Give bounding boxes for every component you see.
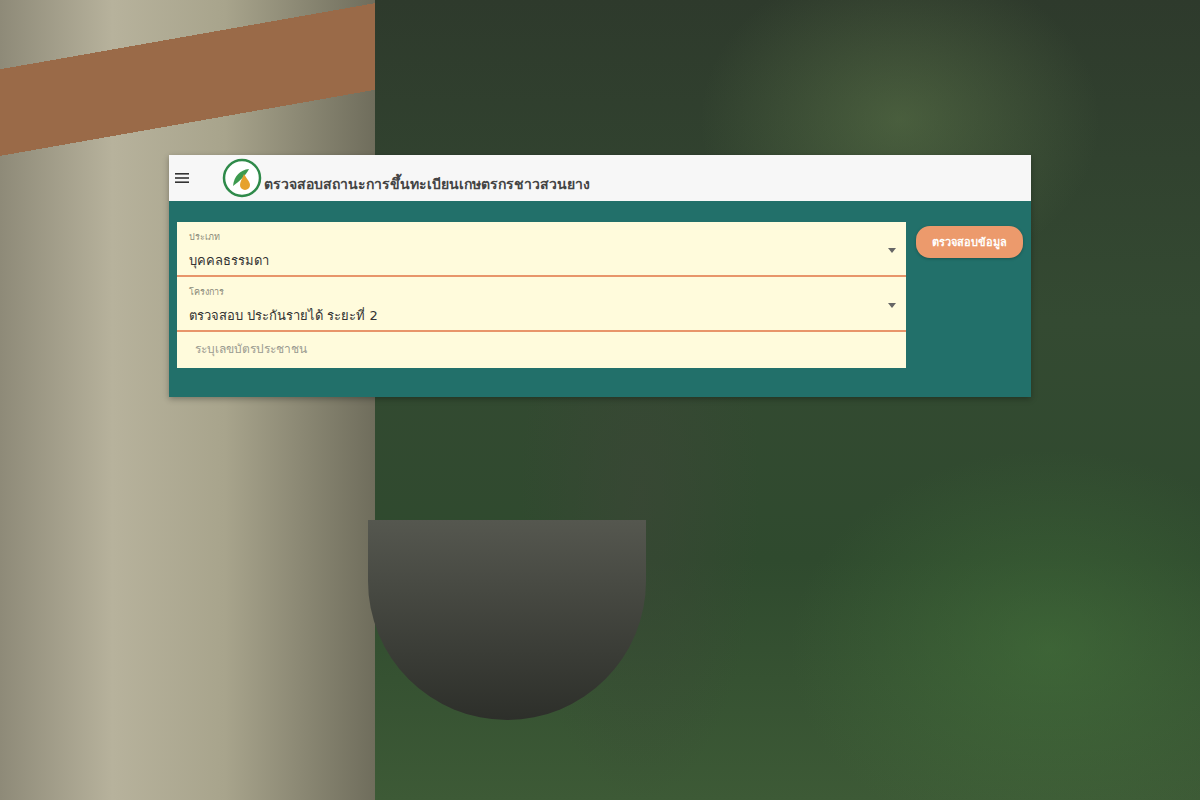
field-value: ตรวจสอบ ประกันรายได้ ระยะที่ 2: [189, 305, 888, 326]
rubber-authority-logo-icon: [222, 158, 262, 198]
dropdown-arrow-icon[interactable]: [888, 248, 896, 253]
search-form: ประเภทบุคคลธรรมดาโครงการตรวจสอบ ประกันรา…: [177, 222, 906, 368]
field-label: โครงการ: [189, 285, 888, 299]
app-window: ตรวจสอบสถานะการขึ้นทะเบียนเกษตรกรชาวสวนย…: [169, 155, 1031, 397]
id-input-field: [177, 332, 906, 368]
select-field[interactable]: โครงการตรวจสอบ ประกันรายได้ ระยะที่ 2: [177, 277, 906, 332]
search-panel: ประเภทบุคคลธรรมดาโครงการตรวจสอบ ประกันรา…: [169, 201, 1031, 397]
field-label: ประเภท: [189, 230, 888, 244]
field-value: บุคคลธรรมดา: [189, 250, 888, 271]
rubber-tree-trunk: [0, 0, 375, 800]
id-card-input[interactable]: [189, 338, 894, 360]
background-photo: ตรวจสอบสถานะการขึ้นทะเบียนเกษตรกรชาวสวนย…: [0, 0, 1200, 800]
page-title: ตรวจสอบสถานะการขึ้นทะเบียนเกษตรกรชาวสวนย…: [264, 161, 590, 195]
hamburger-menu-icon[interactable]: [174, 172, 190, 184]
latex-cup: [368, 520, 646, 720]
select-field[interactable]: ประเภทบุคคลธรรมดา: [177, 222, 906, 277]
check-button[interactable]: ตรวจสอบข้อมูล: [916, 226, 1023, 258]
dropdown-arrow-icon[interactable]: [888, 303, 896, 308]
app-header: ตรวจสอบสถานะการขึ้นทะเบียนเกษตรกรชาวสวนย…: [169, 155, 1031, 201]
